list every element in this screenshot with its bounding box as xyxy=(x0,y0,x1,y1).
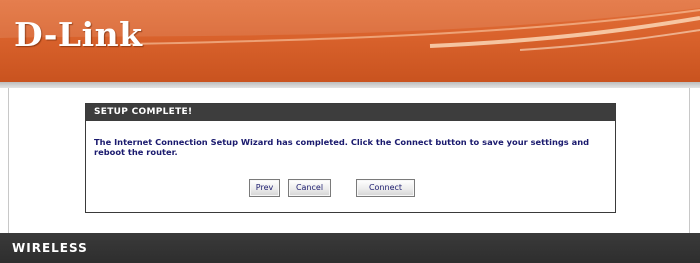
dialog-title: SETUP COMPLETE! xyxy=(86,104,615,121)
wireless-label: WIRELESS xyxy=(12,241,88,255)
connect-button[interactable]: Connect xyxy=(356,179,415,197)
cancel-button[interactable]: Cancel xyxy=(288,179,331,197)
header-banner: D-Link xyxy=(0,0,700,82)
footer-bar: WIRELESS xyxy=(0,233,700,263)
router-setup-page: D-Link SETUP COMPLETE! The Internet Conn… xyxy=(0,0,700,263)
dialog-button-row: Prev Cancel Connect xyxy=(86,179,615,201)
prev-button[interactable]: Prev xyxy=(249,179,280,197)
dlink-logo: D-Link xyxy=(14,15,143,54)
dialog-message: The Internet Connection Setup Wizard has… xyxy=(94,137,590,157)
setup-complete-dialog: SETUP COMPLETE! The Internet Connection … xyxy=(85,103,616,213)
